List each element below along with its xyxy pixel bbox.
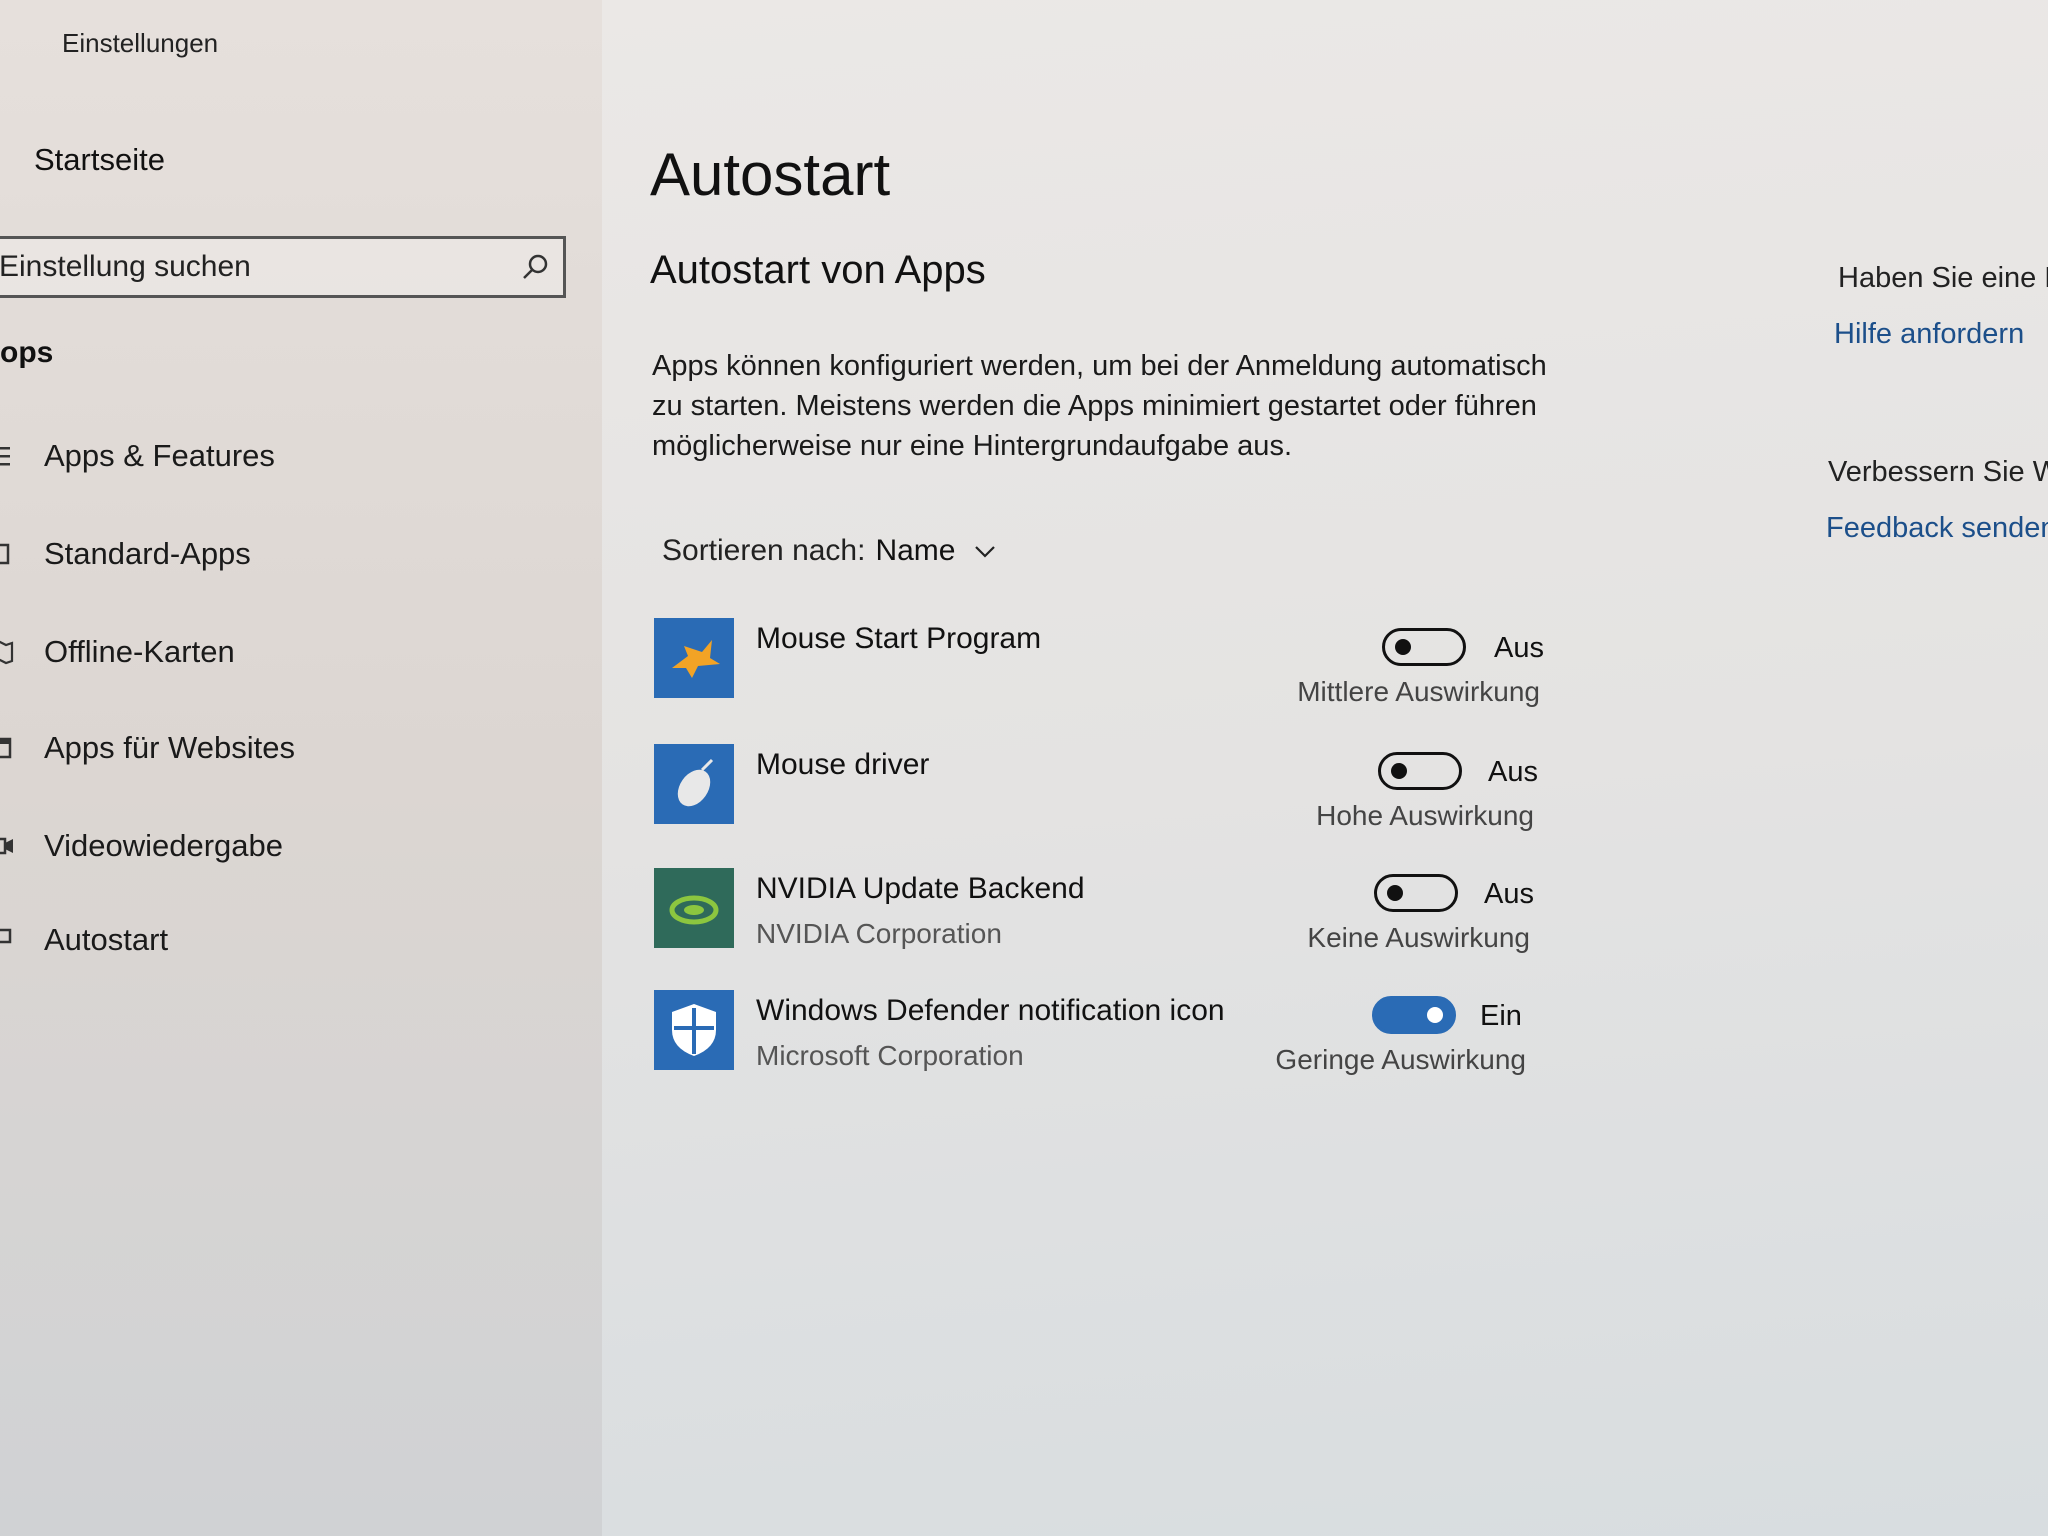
app-publisher: Microsoft Corporation: [756, 1040, 1024, 1071]
toggle-windows-defender[interactable]: [1372, 996, 1456, 1034]
sidebar-item-label: Offline-Karten: [44, 634, 235, 669]
toggle-state: Aus: [1494, 632, 1544, 664]
help-link[interactable]: Hilfe anfordern: [1834, 318, 2024, 351]
toggle-state: Aus: [1488, 756, 1538, 788]
home-link[interactable]: Startseite: [34, 142, 165, 178]
sidebar-item-label: Autostart: [44, 922, 169, 957]
app-icon: [654, 990, 734, 1070]
app-icon: [654, 618, 734, 698]
sidebar-item-startup[interactable]: Autostart: [0, 912, 580, 968]
search-input[interactable]: [0, 249, 501, 285]
toggle-state: Aus: [1484, 878, 1534, 910]
sidebar-item-label: Apps & Features: [44, 438, 275, 473]
app-name: Windows Defender notification icon: [756, 994, 1225, 1027]
toggle-state: Ein: [1480, 1000, 1522, 1032]
video-icon: [0, 837, 13, 855]
startup-icon: [0, 928, 12, 944]
window-title: Einstellungen: [62, 28, 219, 58]
mouse-start-program-icon: [672, 640, 720, 678]
toggle-mouse-driver[interactable]: [1378, 752, 1462, 790]
sort-label: Sortieren nach:: [662, 534, 866, 567]
help-question: Haben Sie eine F: [1838, 262, 2048, 294]
app-name: Mouse Start Program: [756, 622, 1042, 655]
sidebar-item-label: Apps für Websites: [44, 730, 295, 765]
sort-dropdown[interactable]: Sortieren nach: Name: [662, 534, 997, 568]
mouse-driver-icon: [677, 758, 714, 807]
app-publisher: NVIDIA Corporation: [756, 918, 1002, 949]
list-icon: [0, 447, 10, 466]
improve-text: Verbessern Sie W: [1828, 456, 2048, 488]
sidebar-item-default-apps[interactable]: Standard-Apps: [0, 526, 580, 582]
app-name: NVIDIA Update Backend: [756, 872, 1085, 905]
feedback-link[interactable]: Feedback senden: [1826, 512, 2048, 545]
default-apps-icon: [0, 543, 10, 565]
sort-value: Name: [875, 534, 956, 567]
description-text: Apps können konfiguriert werden, um bei …: [652, 350, 1547, 462]
web-apps-icon: [0, 737, 12, 759]
search-icon[interactable]: [521, 253, 549, 281]
nvidia-icon: [669, 895, 719, 925]
sidebar-item-label: Standard-Apps: [44, 536, 251, 571]
sidebar-item-offline-maps[interactable]: Offline-Karten: [0, 624, 580, 680]
impact-label: Mittlere Auswirkung: [1297, 676, 1540, 707]
impact-label: Keine Auswirkung: [1307, 922, 1530, 953]
section-label: ops: [0, 336, 54, 369]
toggle-mouse-start-program[interactable]: [1382, 628, 1466, 666]
app-icon: [654, 868, 734, 948]
sidebar-item-apps-features[interactable]: Apps & Features: [0, 428, 580, 484]
impact-label: Geringe Auswirkung: [1275, 1044, 1526, 1075]
sidebar-item-label: Videowiedergabe: [44, 828, 284, 863]
sidebar-item-apps-websites[interactable]: Apps für Websites: [0, 720, 580, 776]
map-icon: [0, 640, 14, 665]
section-title: Autostart von Apps: [650, 248, 986, 292]
sidebar-item-video-playback[interactable]: Videowiedergabe: [0, 818, 580, 874]
shield-icon: [672, 1004, 716, 1056]
page-title: Autostart: [650, 141, 891, 208]
impact-label: Hohe Auswirkung: [1316, 800, 1534, 831]
app-name: Mouse driver: [756, 748, 930, 781]
chevron-down-icon: [975, 546, 996, 558]
app-icon: [654, 744, 734, 824]
sidebar: Einstellungen Startseite ops Apps & Feat…: [0, 0, 602, 1536]
search-box[interactable]: [0, 236, 566, 298]
toggle-nvidia-update-backend[interactable]: [1374, 874, 1458, 912]
